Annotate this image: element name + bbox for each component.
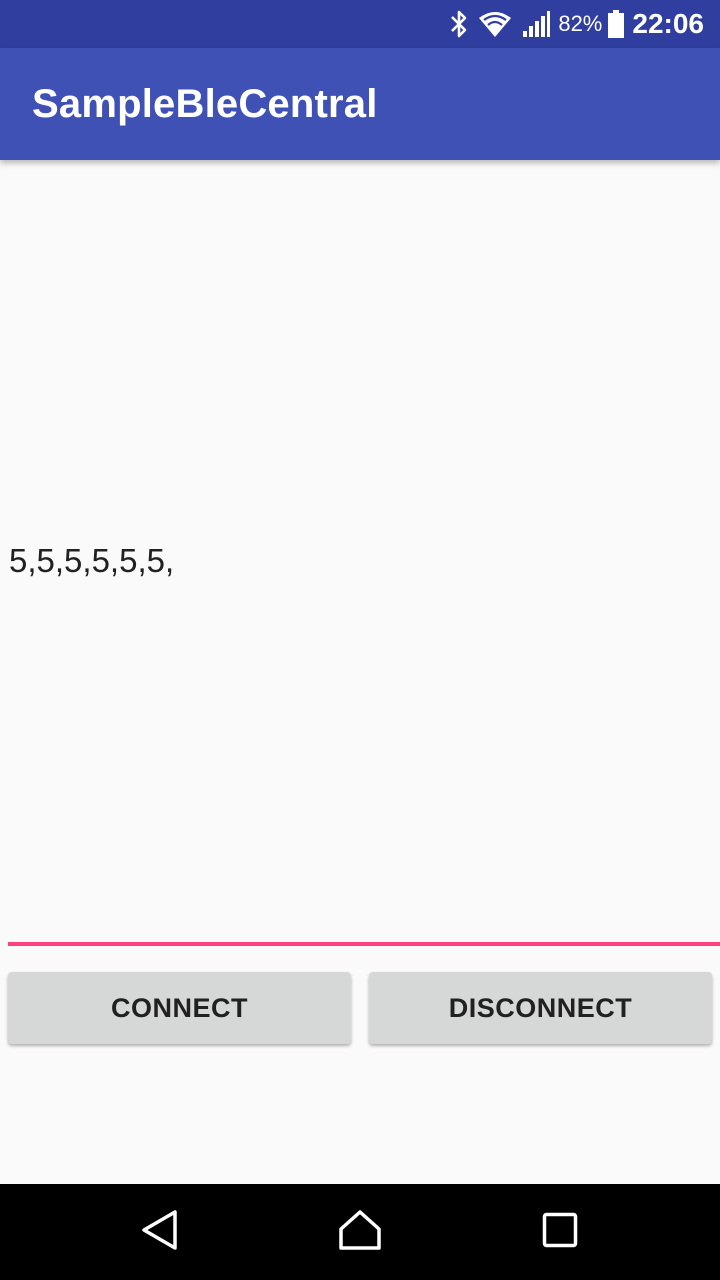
main-content: 5,5,5,5,5,5, CONNECT DISCONNECT: [0, 160, 720, 1184]
app-bar: SampleBleCentral: [0, 48, 720, 160]
disconnect-button[interactable]: DISCONNECT: [369, 972, 712, 1044]
home-icon: [338, 1209, 382, 1256]
clock: 22:06: [632, 8, 704, 39]
nav-bar: [0, 1184, 720, 1280]
message-input[interactable]: [8, 900, 720, 946]
received-data-text: 5,5,5,5,5,5,: [9, 542, 175, 579]
back-button[interactable]: [100, 1184, 220, 1280]
status-bar: 82% 22:06: [0, 0, 720, 48]
signal-icon: [522, 10, 551, 38]
battery-icon: [608, 10, 625, 38]
back-icon: [140, 1209, 180, 1256]
battery-percent: 82%: [558, 11, 603, 36]
recents-button[interactable]: [500, 1184, 620, 1280]
status-icons: 82% 22:06: [440, 0, 704, 48]
screen: 82% 22:06 SampleBleCentral 5,5,5,5,5,5, …: [0, 0, 720, 1280]
wifi-icon: [478, 10, 512, 38]
bluetooth-icon: [450, 9, 468, 39]
app-title: SampleBleCentral: [32, 82, 378, 126]
home-button[interactable]: [300, 1184, 420, 1280]
connect-button[interactable]: CONNECT: [8, 972, 351, 1044]
recents-icon: [542, 1212, 578, 1253]
